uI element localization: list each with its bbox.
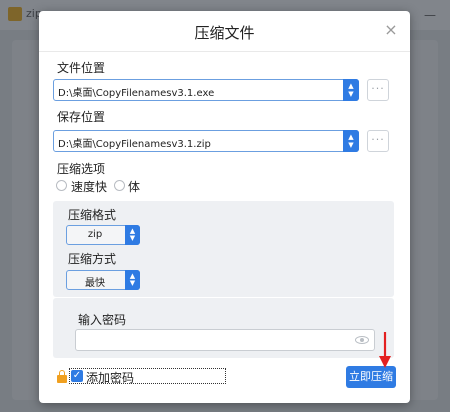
- add-password-checkbox[interactable]: ✓: [71, 370, 83, 382]
- lock-icon: [57, 370, 67, 383]
- password-input[interactable]: [75, 329, 375, 351]
- close-icon[interactable]: ×: [382, 21, 400, 39]
- chevron-updown-icon: ▲ ▼: [343, 130, 359, 152]
- file-location-value: D:\桌面\CopyFilenamesv3.1.exe: [58, 88, 215, 99]
- compress-method-label: 压缩方式: [68, 252, 117, 266]
- save-location-browse-button[interactable]: ···: [367, 130, 389, 152]
- compress-method-select[interactable]: 最快 ▲ ▼: [66, 270, 140, 290]
- radio-small-size-label: 体: [128, 180, 141, 194]
- file-location-label: 文件位置: [57, 61, 106, 75]
- compress-format-value: zip: [87, 229, 103, 240]
- eye-icon[interactable]: [355, 336, 369, 344]
- save-location-label: 保存位置: [57, 110, 106, 124]
- compress-format-select[interactable]: zip ▲ ▼: [66, 225, 140, 245]
- radio-speed-fast-label: 速度快: [71, 180, 108, 194]
- dialog-title: 压缩文件: [194, 24, 255, 42]
- file-location-select[interactable]: D:\桌面\CopyFilenamesv3.1.exe ▲ ▼: [53, 79, 359, 101]
- chevron-updown-icon: ▲ ▼: [125, 225, 140, 245]
- compress-method-value: 最快: [85, 278, 105, 289]
- compress-format-label: 压缩格式: [68, 208, 117, 222]
- chevron-updown-icon: ▲ ▼: [343, 79, 359, 101]
- file-location-browse-button[interactable]: ···: [367, 79, 389, 101]
- header-divider: [39, 51, 410, 52]
- password-label: 输入密码: [78, 313, 127, 327]
- add-password-label: 添加密码: [86, 371, 135, 385]
- radio-small-size[interactable]: [114, 180, 125, 191]
- annotation-arrow-icon: [379, 332, 391, 368]
- chevron-updown-icon: ▲ ▼: [125, 270, 140, 290]
- compress-options-label: 压缩选项: [57, 162, 106, 176]
- radio-speed-fast[interactable]: [56, 180, 67, 191]
- save-location-value: D:\桌面\CopyFilenamesv3.1.zip: [58, 139, 211, 150]
- save-location-select[interactable]: D:\桌面\CopyFilenamesv3.1.zip ▲ ▼: [53, 130, 359, 152]
- compress-dialog: 压缩文件 × 文件位置 D:\桌面\CopyFilenamesv3.1.exe …: [39, 11, 410, 403]
